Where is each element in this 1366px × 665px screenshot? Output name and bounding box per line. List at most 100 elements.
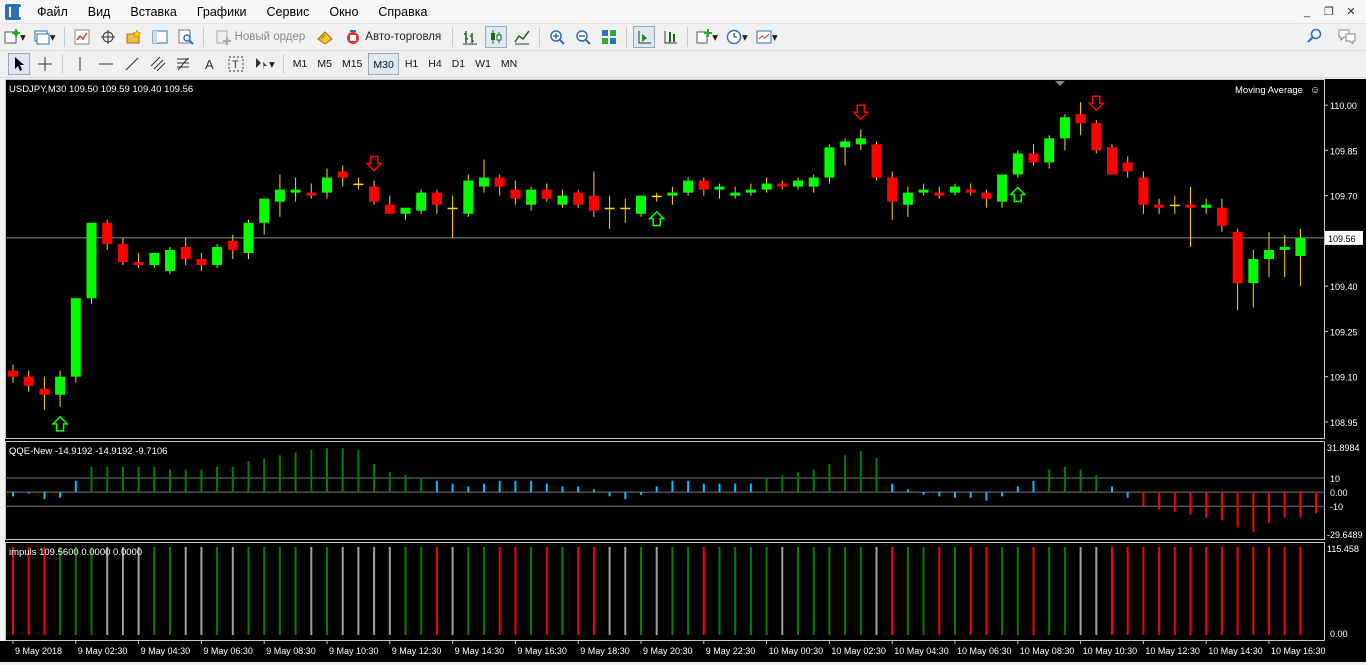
price-tick-label: 109.10 xyxy=(1330,373,1358,383)
arrows-button[interactable]: ▾ xyxy=(251,53,277,75)
horizontal-line-button[interactable] xyxy=(95,53,117,75)
trendline-button[interactable] xyxy=(121,53,143,75)
menu-window[interactable]: Окно xyxy=(319,0,368,24)
toolbar-separator xyxy=(63,27,65,47)
time-tick-label: 9 May 22:30 xyxy=(706,646,756,656)
market-watch-button[interactable] xyxy=(71,26,93,48)
candle-body xyxy=(604,207,615,210)
bar-chart-button[interactable] xyxy=(459,26,481,48)
qqe-label: QQE-New -14.9192 -14.9192 -9.7106 xyxy=(9,446,167,457)
toolbar-separator xyxy=(452,27,454,47)
candle-body xyxy=(1012,153,1023,175)
zoom-in-button[interactable] xyxy=(546,26,568,48)
candle-body xyxy=(290,189,301,193)
new-chart-button[interactable]: ▾ xyxy=(2,26,28,48)
impuls-pane xyxy=(5,542,1325,641)
candle-body xyxy=(871,144,882,178)
metaeditor-button[interactable] xyxy=(314,26,336,48)
zoom-out-icon xyxy=(576,30,591,45)
autoscroll-button[interactable] xyxy=(633,26,656,48)
candlestick-icon xyxy=(491,30,502,44)
candle-body xyxy=(243,222,254,253)
new-order-button[interactable]: Новый ордер xyxy=(210,26,311,48)
menu-file[interactable]: Файл xyxy=(27,0,78,24)
auto-trading-button[interactable]: Авто-торговля xyxy=(340,26,446,48)
price-tick-label: 108.95 xyxy=(1330,418,1358,428)
menu-insert[interactable]: Вставка xyxy=(120,0,186,24)
timeframe-m15-button[interactable]: M15 xyxy=(338,53,366,75)
line-chart-button[interactable] xyxy=(511,26,533,48)
minimize-icon[interactable]: _ xyxy=(1298,4,1316,20)
periods-button[interactable]: ▾ xyxy=(724,26,750,48)
timeframe-mn-button[interactable]: MN xyxy=(497,53,521,75)
signal-arrow-down xyxy=(851,104,870,121)
timeframe-d1-button[interactable]: D1 xyxy=(448,53,469,75)
terminal-button[interactable] xyxy=(149,26,171,48)
chat-icon[interactable] xyxy=(1338,28,1356,44)
timeframe-w1-button[interactable]: W1 xyxy=(471,53,495,75)
vertical-line-icon xyxy=(79,57,81,71)
chart-shift-button[interactable] xyxy=(659,26,681,48)
candle-body xyxy=(636,195,646,214)
chart-window[interactable]: USDJPY,M30 109.50 109.59 109.40 109.56 M… xyxy=(5,79,1325,641)
tile-windows-button[interactable] xyxy=(598,26,620,48)
zoom-out-button[interactable] xyxy=(572,26,594,48)
templates-button[interactable]: ▾ xyxy=(754,26,780,48)
indicator-close-icon[interactable]: ☺ xyxy=(1310,85,1320,96)
restore-icon[interactable]: ❐ xyxy=(1320,4,1338,20)
crosshair-button[interactable] xyxy=(34,53,56,75)
equidistant-channel-button[interactable] xyxy=(147,53,169,75)
candle-body xyxy=(400,207,411,214)
qqe-tick-label: -29.6489 xyxy=(1327,530,1363,540)
qqe-pane xyxy=(5,441,1325,540)
crosshair-move-icon xyxy=(100,30,115,44)
timeframe-h4-button[interactable]: H4 xyxy=(424,53,445,75)
time-axis-canvas: 9 May 2018 9 May 02:30 9 May 04:30 9 May 06… xyxy=(12,641,1326,656)
menu-help[interactable]: Справка xyxy=(368,0,437,24)
candle-body xyxy=(620,207,631,210)
candlestick-button[interactable] xyxy=(485,26,508,48)
indicators-button[interactable]: ▾ xyxy=(694,26,720,48)
favorites-button[interactable] xyxy=(123,26,145,48)
candle-body xyxy=(557,195,568,205)
candle-body xyxy=(541,189,552,199)
text-label-icon: T xyxy=(228,56,244,72)
candle-body xyxy=(573,192,584,205)
candle-body xyxy=(1154,204,1165,208)
window-controls: _ ❐ ✕ xyxy=(1298,4,1366,20)
time-tick-label: 10 May 02:30 xyxy=(831,646,886,656)
cursor-button[interactable] xyxy=(8,53,30,75)
candle-body xyxy=(761,183,772,190)
candle-body xyxy=(918,189,929,193)
candle-body xyxy=(808,177,819,187)
chart-canvas[interactable]: USDJPY,M30 109.50 109.59 109.40 109.56 M… xyxy=(5,79,1325,641)
vertical-line-button[interactable] xyxy=(69,53,91,75)
timeframe-m30-button[interactable]: M30 xyxy=(368,53,399,75)
timeframe-h1-button[interactable]: H1 xyxy=(401,53,422,75)
profiles-button[interactable]: ▾ xyxy=(32,26,58,48)
fibonacci-button[interactable] xyxy=(173,53,195,75)
timeframe-m5-button[interactable]: M5 xyxy=(313,53,336,75)
close-icon[interactable]: ✕ xyxy=(1342,4,1360,20)
text-button[interactable]: A xyxy=(199,53,221,75)
toolbar-separator xyxy=(282,54,284,74)
book-pencil-icon xyxy=(317,31,334,45)
menu-tools[interactable]: Сервис xyxy=(257,0,320,24)
navigator-button[interactable] xyxy=(97,26,119,48)
crosshair-icon xyxy=(38,57,52,71)
time-tick-label: 10 May 16:30 xyxy=(1271,646,1326,656)
candle-body xyxy=(384,204,395,214)
menu-bar: Файл Вид Вставка Графики Сервис Окно Спр… xyxy=(0,0,1366,24)
menu-view[interactable]: Вид xyxy=(78,0,121,24)
fibonacci-icon xyxy=(177,57,189,71)
text-label-button[interactable]: T xyxy=(225,53,247,75)
profiles-icon xyxy=(34,30,50,45)
horizontal-line-icon xyxy=(99,63,113,65)
tester-button[interactable] xyxy=(175,26,197,48)
menu-charts[interactable]: Графики xyxy=(187,0,257,24)
candle-body xyxy=(1107,147,1117,175)
candle-body xyxy=(950,186,960,193)
search-icon[interactable] xyxy=(1306,28,1322,44)
candle-body xyxy=(1232,231,1243,284)
timeframe-m1-button[interactable]: M1 xyxy=(289,53,312,75)
